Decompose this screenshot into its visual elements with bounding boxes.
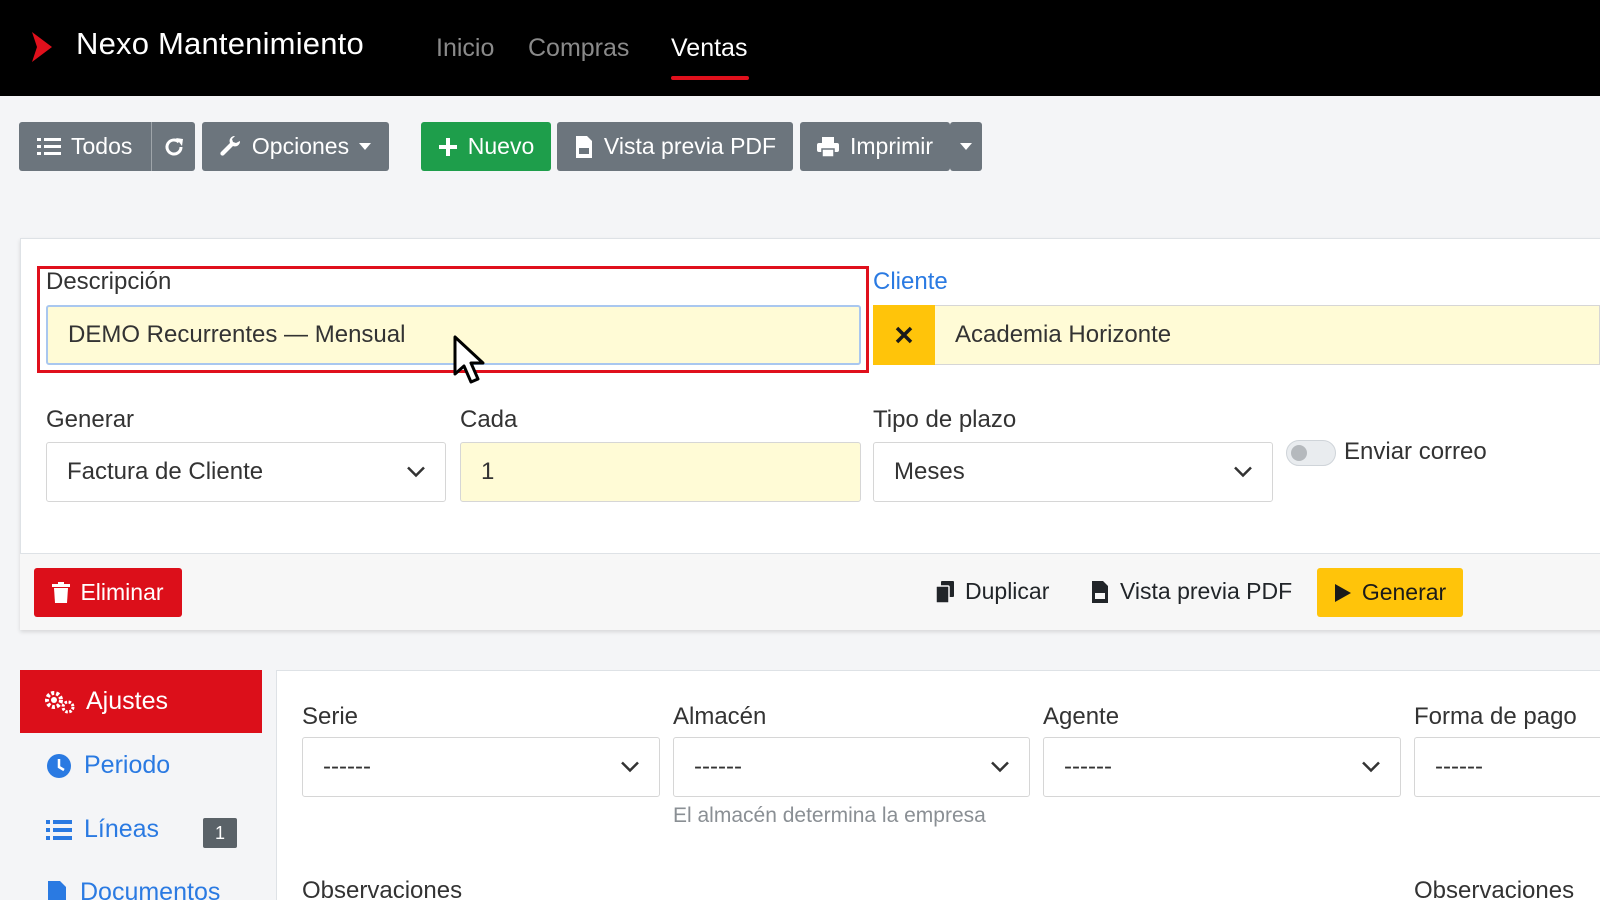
- chevron-down-icon: [1362, 761, 1380, 773]
- clock-icon: [47, 753, 71, 778]
- file-icon: [48, 880, 66, 900]
- caret-down-icon: [359, 142, 372, 150]
- payment-method-value: ------: [1435, 753, 1483, 780]
- series-value: ------: [323, 753, 371, 780]
- pdf-preview-button[interactable]: Vista previa PDF: [557, 122, 793, 171]
- chevron-down-icon: [407, 466, 425, 478]
- chevron-down-icon: [1234, 466, 1252, 478]
- generate-label: Generar: [46, 406, 135, 433]
- agent-label: Agente: [1043, 703, 1120, 730]
- all-records-label: Todos: [71, 133, 133, 159]
- nav-item-compras[interactable]: Compras: [528, 34, 629, 63]
- duplicate-label: Duplicar: [965, 578, 1050, 604]
- delete-label: Eliminar: [80, 579, 164, 605]
- list-icon: [37, 137, 61, 155]
- client-value: Academia Horizonte: [955, 321, 1172, 348]
- footer-pdf-preview-label: Vista previa PDF: [1120, 578, 1293, 604]
- generate-button[interactable]: Generar: [1317, 568, 1463, 617]
- footer-pdf-preview-button[interactable]: Vista previa PDF: [1090, 578, 1292, 605]
- series-label: Serie: [302, 703, 359, 730]
- send-email-label[interactable]: Enviar correo: [1344, 438, 1487, 466]
- delete-button[interactable]: Eliminar: [34, 568, 182, 617]
- wrench-icon: [220, 135, 240, 156]
- refresh-icon: [165, 137, 183, 155]
- nav-active-underline: [671, 76, 749, 80]
- file-pdf-icon: [1092, 580, 1108, 603]
- copy-icon: [935, 580, 954, 604]
- caret-down-icon: [960, 142, 972, 150]
- plus-icon: [438, 137, 457, 156]
- brand-name[interactable]: Nexo Mantenimiento: [76, 26, 364, 62]
- refresh-button[interactable]: [152, 122, 195, 171]
- term-type-select[interactable]: Meses: [873, 442, 1273, 502]
- chevron-down-icon: [991, 761, 1009, 773]
- warehouse-help-text: El almacén determina la empresa: [673, 804, 986, 827]
- clear-client-button[interactable]: [873, 305, 935, 365]
- chevron-down-icon: [621, 761, 639, 773]
- payment-method-label: Forma de pago: [1414, 703, 1577, 730]
- every-value: 1: [481, 458, 495, 485]
- generate-select[interactable]: Factura de Cliente: [46, 442, 446, 502]
- sidebar-item-lineas[interactable]: Líneas: [46, 815, 159, 844]
- pdf-preview-label: Vista previa PDF: [603, 133, 777, 159]
- payment-method-select[interactable]: ------: [1414, 737, 1600, 797]
- print-button[interactable]: Imprimir: [800, 122, 950, 171]
- generate-button-label: Generar: [1361, 579, 1447, 605]
- top-navbar: Nexo Mantenimiento Inicio Compras Ventas: [0, 0, 1600, 96]
- print-dropdown-toggle[interactable]: [950, 122, 982, 171]
- notes-label: Observaciones: [302, 877, 463, 900]
- client-label-link[interactable]: Cliente: [873, 268, 948, 296]
- every-label: Cada: [460, 406, 518, 433]
- options-button[interactable]: Opciones: [202, 122, 389, 171]
- term-type-value: Meses: [894, 458, 965, 485]
- client-autocomplete-input[interactable]: Academia Horizonte: [935, 305, 1600, 365]
- warehouse-select[interactable]: ------: [673, 737, 1030, 797]
- options-label: Opciones: [251, 133, 350, 159]
- play-icon: [1334, 583, 1351, 602]
- sidebar-item-label: Periodo: [84, 751, 171, 779]
- agent-value: ------: [1064, 753, 1112, 780]
- brand-logo-icon: [32, 32, 52, 62]
- new-button[interactable]: Nuevo: [421, 122, 551, 171]
- sidebar-item-documentos[interactable]: Documentos: [46, 878, 220, 900]
- mouse-cursor-icon: [453, 335, 485, 384]
- printer-icon: [817, 136, 839, 158]
- term-type-label: Tipo de plazo: [873, 406, 1017, 433]
- send-email-toggle[interactable]: [1286, 440, 1336, 466]
- sidebar-item-label: Documentos: [80, 878, 221, 900]
- every-input[interactable]: 1: [460, 442, 861, 502]
- nav-item-ventas[interactable]: Ventas: [671, 34, 747, 63]
- warehouse-value: ------: [694, 753, 742, 780]
- new-label: Nuevo: [467, 133, 535, 159]
- warehouse-label: Almacén: [673, 703, 767, 730]
- print-label: Imprimir: [850, 133, 934, 159]
- sidebar-item-periodo[interactable]: Periodo: [46, 751, 170, 780]
- toggle-knob: [1291, 445, 1307, 461]
- agent-select[interactable]: ------: [1043, 737, 1401, 797]
- file-pdf-icon: [575, 135, 592, 158]
- list-icon: [46, 819, 72, 840]
- trash-icon: [52, 581, 71, 603]
- nav-item-inicio[interactable]: Inicio: [436, 34, 494, 63]
- notes2-label: Observaciones: [1414, 877, 1575, 900]
- sidebar-item-label: Ajustes: [86, 687, 168, 715]
- lines-count-badge: 1: [203, 818, 237, 848]
- sidebar-item-label: Líneas: [84, 815, 160, 843]
- duplicate-button[interactable]: Duplicar: [935, 578, 1049, 605]
- gears-icon: [45, 690, 75, 713]
- sidebar-item-ajustes[interactable]: Ajustes: [20, 670, 262, 733]
- generate-value: Factura de Cliente: [67, 458, 264, 485]
- close-icon: [895, 326, 913, 344]
- series-select[interactable]: ------: [302, 737, 660, 797]
